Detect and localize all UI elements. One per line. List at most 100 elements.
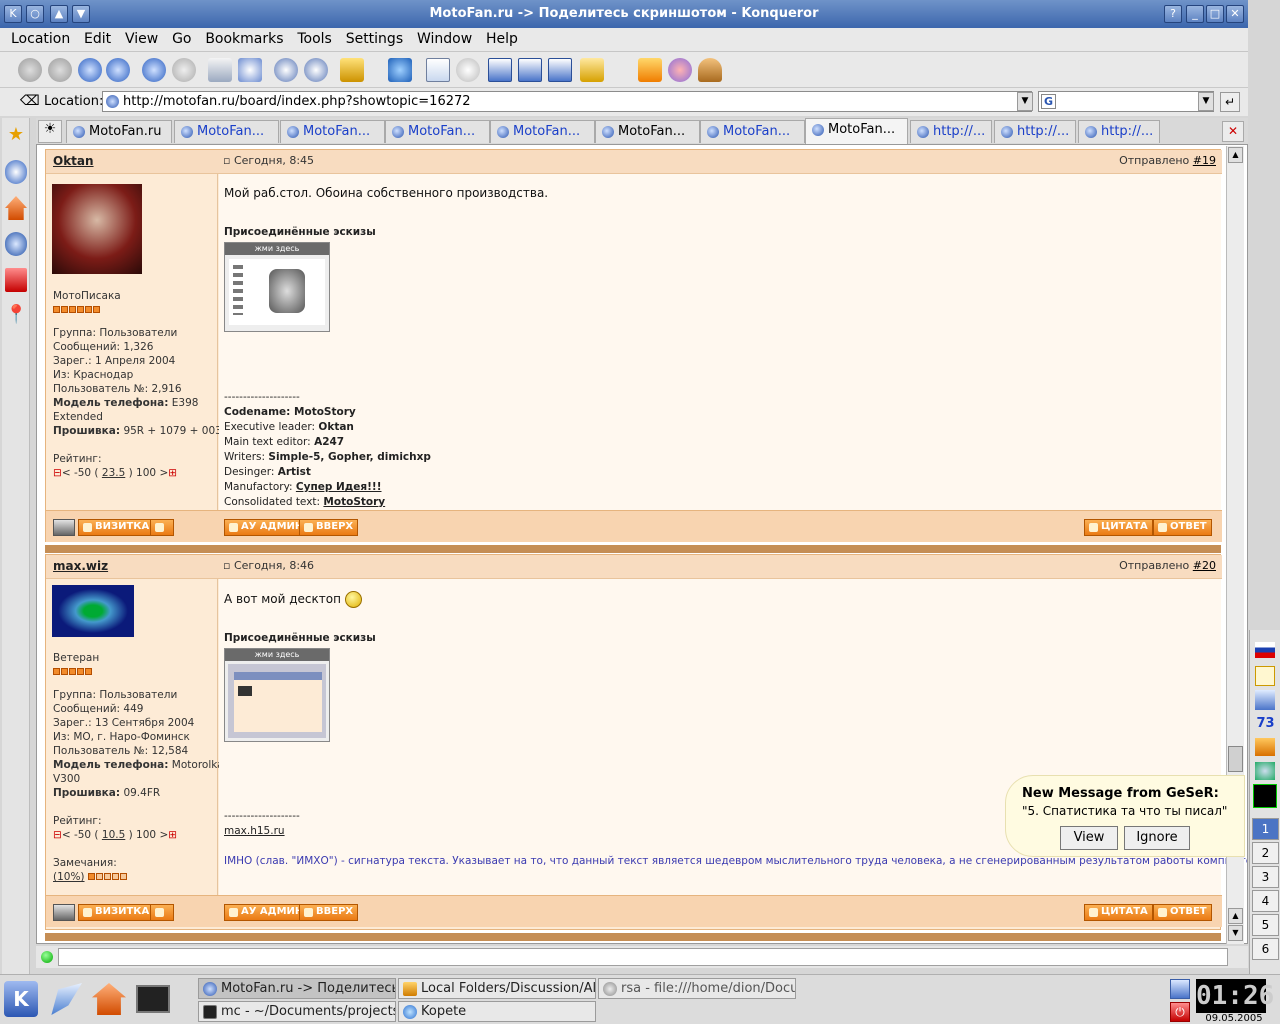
menu-edit[interactable]: Edit (79, 28, 116, 47)
quote-button[interactable]: ЦИТАТА (1084, 904, 1153, 921)
reply-button[interactable]: ОТВЕТ (1153, 904, 1212, 921)
menu-window[interactable]: Window (412, 28, 477, 47)
go-icon[interactable]: ↵ (1220, 92, 1240, 112)
forward-icon[interactable] (48, 58, 72, 82)
network-globe-icon[interactable] (5, 232, 27, 256)
home-icon[interactable] (92, 983, 126, 1015)
desktop-icon[interactable] (51, 983, 82, 1015)
tab-4[interactable]: MotoFan... (385, 120, 490, 143)
magnifier-icon[interactable] (456, 58, 480, 82)
close-icon[interactable]: ✕ (1226, 5, 1244, 23)
klipper-icon[interactable] (1255, 666, 1275, 686)
network-icon[interactable] (1255, 762, 1275, 780)
tab-9[interactable]: http://... (910, 120, 992, 143)
desktop-5-button[interactable]: 5 (1252, 914, 1279, 936)
post-number-link[interactable]: #19 (1193, 154, 1216, 167)
minimize-icon[interactable]: _ (1186, 5, 1204, 23)
up-button[interactable]: ВВЕРХ (299, 519, 359, 536)
scroll-up-arrow-icon[interactable]: ▲ (1228, 147, 1243, 163)
split-horizontal-icon[interactable] (488, 58, 512, 82)
admin-button[interactable]: АУ АДМИН (224, 904, 309, 921)
split-vertical-icon[interactable] (518, 58, 542, 82)
unread-count-badge[interactable]: 73 (1252, 716, 1279, 731)
message-button[interactable] (150, 519, 174, 536)
up-button[interactable]: ВВЕРХ (299, 904, 359, 921)
back-icon[interactable] (18, 58, 42, 82)
ignore-button[interactable]: Ignore (1124, 826, 1190, 850)
desktop-2-button[interactable]: 2 (1252, 842, 1279, 864)
task-kopete[interactable]: Kopete (398, 1001, 596, 1022)
zoom-out-icon[interactable] (304, 58, 328, 82)
settings-gear-icon[interactable] (388, 58, 412, 82)
menu-bookmarks[interactable]: Bookmarks (200, 28, 288, 47)
tab-8-active[interactable]: MotoFan... (805, 118, 908, 144)
pin-icon[interactable]: 📍 (5, 304, 27, 328)
tab-7[interactable]: MotoFan... (700, 120, 805, 143)
maximize-icon[interactable]: □ (1206, 5, 1224, 23)
zoom-in-icon[interactable] (274, 58, 298, 82)
desktop-1-button[interactable]: 1 (1252, 818, 1279, 840)
task-konqueror[interactable]: MotoFan.ru -> Поделитесь скриншотом (198, 978, 396, 999)
home-folder-icon[interactable] (5, 196, 27, 220)
reply-button[interactable]: ОТВЕТ (1153, 519, 1212, 536)
scrollbar-thumb[interactable] (1228, 746, 1243, 772)
location-history-dropdown[interactable]: ▼ (1017, 92, 1033, 111)
keyboard-layout-flag-icon[interactable] (1255, 642, 1275, 658)
bookmark-lightning-icon[interactable] (638, 58, 662, 82)
kde-menu-icon[interactable]: K (4, 981, 38, 1017)
tab-6[interactable]: MotoFan... (595, 120, 700, 143)
up-icon[interactable] (78, 58, 102, 82)
translate-icon[interactable] (668, 58, 692, 82)
task-kmail[interactable]: Local Folders/Discussion/Alt (398, 978, 596, 999)
tab-10[interactable]: http://... (994, 120, 1076, 143)
bookmarks-star-icon[interactable]: ★ (5, 124, 27, 148)
new-tab-icon[interactable]: ☀ (38, 120, 62, 143)
clear-location-icon[interactable]: ⌫ (20, 94, 40, 108)
quote-button[interactable]: ЦИТАТА (1084, 519, 1153, 536)
terminal-icon[interactable] (136, 985, 170, 1013)
task-mc[interactable]: mc - ~/Documents/projects/rsa (198, 1001, 396, 1022)
post-author-link[interactable]: Oktan (53, 154, 94, 168)
tab-11[interactable]: http://... (1078, 120, 1160, 143)
location-input[interactable]: http://motofan.ru/board/index.php?showto… (102, 91, 1032, 112)
search-dropdown[interactable]: ▼ (1198, 92, 1214, 111)
desktop-6-button[interactable]: 6 (1252, 938, 1279, 960)
tab-2[interactable]: MotoFan... (174, 120, 279, 143)
desktop-4-button[interactable]: 4 (1252, 890, 1279, 912)
menu-settings[interactable]: Settings (341, 28, 408, 47)
rating-plus-icon[interactable]: ⊞ (168, 467, 177, 479)
clock-time[interactable]: 01:26 (1196, 979, 1274, 1013)
card-button[interactable]: ВИЗИТКА (78, 519, 155, 536)
menu-location[interactable]: Location (6, 28, 75, 47)
lock-screen-icon[interactable] (1170, 979, 1190, 999)
reload-icon[interactable] (142, 58, 166, 82)
sig-link-idea[interactable]: Супер Идея!!! (296, 481, 382, 493)
card-button[interactable]: ВИЗИТКА (78, 904, 155, 921)
sig-link-motostory[interactable]: MotoStory (323, 496, 385, 508)
attachment-thumbnail[interactable]: жми здесь (224, 242, 330, 332)
logout-power-icon[interactable]: ⏻ (1170, 1002, 1190, 1022)
menu-go[interactable]: Go (167, 28, 196, 47)
tab-1[interactable]: MotoFan.ru (66, 120, 172, 143)
google-icon[interactable]: G (1041, 94, 1056, 109)
root-folder-icon[interactable] (5, 268, 27, 292)
lock-icon[interactable] (340, 58, 364, 82)
search-input[interactable]: G (1038, 91, 1214, 112)
desktop-3-button[interactable]: 3 (1252, 866, 1279, 888)
mail-icon[interactable] (1255, 738, 1275, 756)
admin-button[interactable]: АУ АДМИН (224, 519, 309, 536)
tools-icon[interactable] (580, 58, 604, 82)
help-icon[interactable]: ? (1164, 5, 1182, 23)
print-icon[interactable] (208, 58, 232, 82)
rating-plus-icon[interactable]: ⊞ (168, 829, 177, 841)
post-author-link[interactable]: max.wiz (53, 559, 108, 573)
attachment-thumbnail[interactable]: жми здесь (224, 648, 330, 742)
post-number-link[interactable]: #20 (1193, 559, 1216, 572)
view-sidebar-icon[interactable] (426, 58, 450, 82)
stop-icon[interactable] (172, 58, 196, 82)
tray-app-icon[interactable] (1255, 690, 1275, 710)
tab-3[interactable]: MotoFan... (280, 120, 385, 143)
remove-view-icon[interactable] (548, 58, 572, 82)
scroll-up-arrow-icon[interactable]: ▲ (1228, 908, 1243, 924)
rating-minus-icon[interactable]: ⊟ (53, 467, 62, 479)
